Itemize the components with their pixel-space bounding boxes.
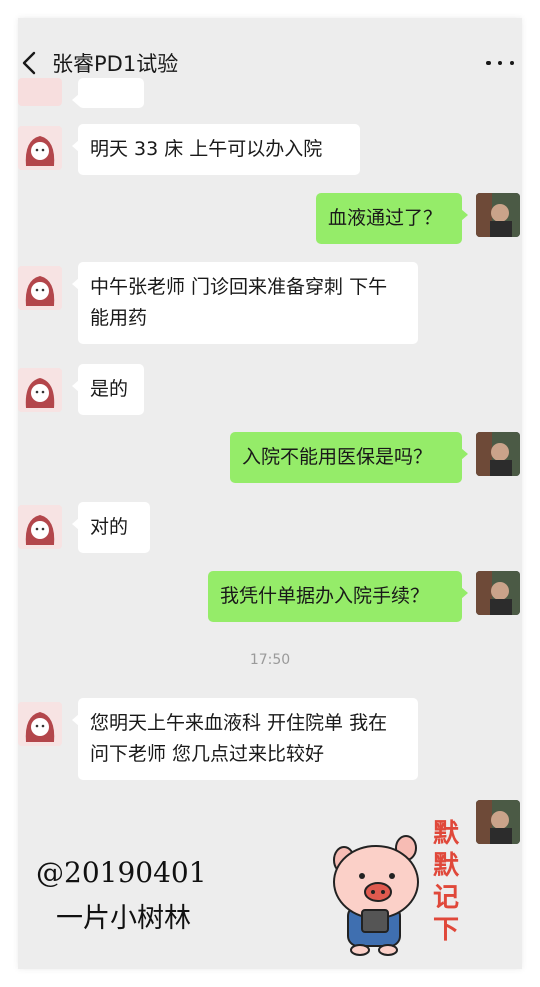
- sticker-caption: 默 默 记 下: [426, 818, 466, 946]
- message-text: 对的: [90, 516, 129, 538]
- message-text: 入院不能用医保是吗？: [242, 446, 433, 468]
- avatar[interactable]: [18, 78, 62, 106]
- message-bubble: 入院不能用医保是吗？: [230, 432, 468, 483]
- chat-title: 张睿PD1试验: [52, 52, 179, 76]
- message-bubble-partial: [72, 78, 144, 108]
- sticker-char: 默: [432, 851, 459, 881]
- avatar[interactable]: [18, 126, 62, 170]
- message-text: 您明天上午来血液科 开住院单 我在问下老师 您几点过来比较好: [90, 712, 388, 765]
- message-text: 中午张老师 门诊回来准备穿刺 下午能用药: [90, 276, 388, 329]
- avatar[interactable]: [476, 571, 520, 615]
- avatar[interactable]: [18, 266, 62, 310]
- watermark-date: @20190401: [36, 856, 207, 889]
- message-bubble: 您明天上午来血液科 开住院单 我在问下老师 您几点过来比较好: [72, 698, 418, 780]
- message-timestamp: 17:50: [249, 652, 291, 668]
- message-text: 是的: [90, 378, 129, 400]
- sticker-char: 下: [432, 915, 459, 945]
- message-bubble: 对的: [72, 502, 150, 553]
- sticker-char: 默: [432, 819, 459, 849]
- avatar[interactable]: [476, 432, 520, 476]
- message-bubble: 是的: [72, 364, 144, 415]
- message-bubble: 中午张老师 门诊回来准备穿刺 下午能用药: [72, 262, 418, 344]
- message-bubble: 明天 33 床 上午可以办入院: [72, 124, 360, 175]
- message-bubble: 血液通过了？: [316, 193, 468, 244]
- sticker-char: 记: [432, 883, 459, 913]
- watermark-author: 一片小树林: [56, 903, 191, 934]
- message-bubble: 我凭什单据办入院手续？: [208, 571, 468, 622]
- avatar[interactable]: [18, 368, 62, 412]
- avatar[interactable]: [476, 800, 520, 844]
- more-dots-icon[interactable]: [486, 54, 514, 72]
- avatar[interactable]: [476, 193, 520, 237]
- avatar[interactable]: [18, 505, 62, 549]
- chat-screen: 张睿PD1试验 明天 33 床 上午可以办入院 血液通过了？ 中午张老师 门诊回…: [18, 18, 522, 969]
- avatar[interactable]: [18, 702, 62, 746]
- message-text: 明天 33 床 上午可以办入院: [90, 138, 323, 160]
- message-text: 血液通过了？: [328, 207, 443, 229]
- chevron-left-icon[interactable]: [20, 50, 42, 76]
- message-text: 我凭什单据办入院手续？: [220, 585, 430, 607]
